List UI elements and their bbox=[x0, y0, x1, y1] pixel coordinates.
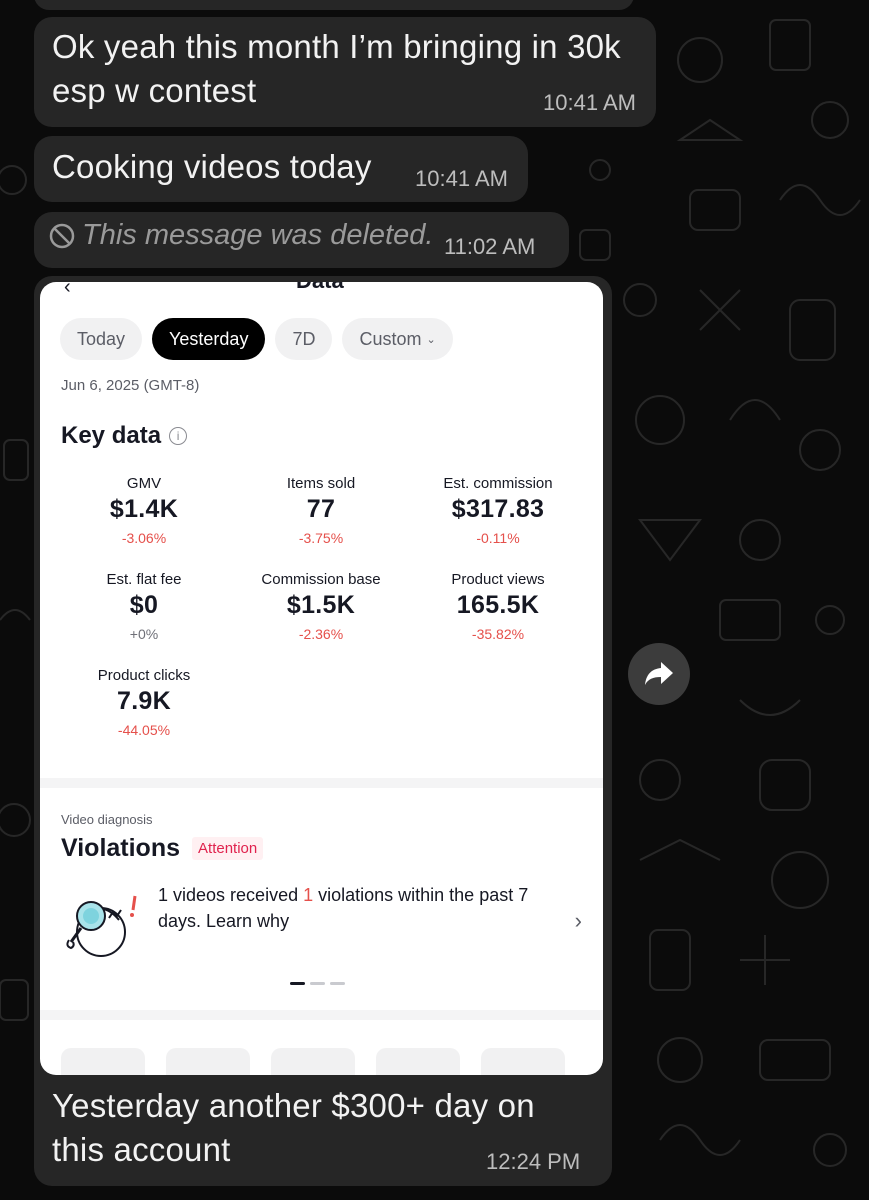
metric-label: Product clicks bbox=[97, 667, 191, 684]
message-bubble[interactable]: Ok yeah this month I’m bringing in 30k e… bbox=[34, 17, 656, 127]
metric-change: -3.75% bbox=[298, 530, 344, 546]
metric-value: 77 bbox=[306, 495, 336, 523]
metric-value: $317.83 bbox=[451, 495, 545, 523]
chevron-right-icon[interactable]: › bbox=[575, 908, 582, 934]
pager-dot bbox=[330, 982, 345, 985]
pager-dot-active bbox=[290, 982, 305, 985]
metric-change: -2.36% bbox=[298, 626, 344, 642]
screen-title: Data bbox=[296, 282, 344, 294]
attention-badge: Attention bbox=[192, 837, 264, 860]
metric-label: Est. flat fee bbox=[106, 571, 182, 588]
metric-value: $1.5K bbox=[286, 591, 356, 619]
metric-commission-base[interactable]: Commission base $1.5K -2.36% bbox=[236, 571, 406, 642]
metric-label: Items sold bbox=[286, 475, 356, 492]
magnifier-person-icon bbox=[66, 895, 137, 957]
message-timestamp: 10:41 AM bbox=[543, 90, 636, 115]
metric-value: 165.5K bbox=[456, 591, 540, 619]
message-timestamp: 10:41 AM bbox=[415, 166, 508, 191]
metric-value: $1.4K bbox=[109, 495, 179, 523]
previous-message-bubble bbox=[34, 0, 634, 10]
metric-product-clicks[interactable]: Product clicks 7.9K -44.05% bbox=[59, 667, 229, 738]
video-count: 1 bbox=[158, 885, 169, 905]
shortcut-tile[interactable] bbox=[376, 1048, 460, 1075]
shortcut-tile[interactable] bbox=[166, 1048, 250, 1075]
shortcut-tile[interactable] bbox=[61, 1048, 145, 1075]
chevron-left-icon: ‹ bbox=[64, 282, 71, 298]
forward-button[interactable] bbox=[628, 643, 690, 705]
tab-yesterday[interactable]: Yesterday bbox=[152, 318, 266, 360]
metric-est-flat-fee[interactable]: Est. flat fee $0 +0% bbox=[59, 571, 229, 642]
pager-dot bbox=[310, 982, 325, 985]
metric-label: Product views bbox=[451, 571, 545, 588]
info-icon[interactable]: i bbox=[169, 427, 188, 445]
tab-custom[interactable]: Custom ⌄ bbox=[342, 318, 453, 360]
tab-7d[interactable]: 7D bbox=[275, 318, 333, 360]
metric-label: Est. commission bbox=[443, 475, 553, 492]
carousel-pager bbox=[290, 982, 345, 985]
date-range: Jun 6, 2025 (GMT-8) bbox=[61, 377, 200, 394]
tab-custom-label: Custom bbox=[359, 328, 422, 349]
metric-change: +0% bbox=[129, 626, 159, 642]
message-text: Ok yeah this month I’m bringing in 30k e… bbox=[52, 28, 621, 109]
key-data-title: Key data bbox=[61, 422, 162, 449]
violation-text-a: videos received bbox=[168, 885, 304, 905]
video-diagnosis-label: Video diagnosis bbox=[61, 812, 153, 827]
metric-change: -44.05% bbox=[117, 722, 171, 738]
metric-est-commission[interactable]: Est. commission $317.83 -0.11% bbox=[413, 475, 583, 546]
message-text: Cooking videos today bbox=[52, 148, 372, 185]
message-bubble[interactable]: Cooking videos today 10:41 AM bbox=[34, 136, 528, 202]
section-divider bbox=[40, 778, 603, 788]
metric-product-views[interactable]: Product views 165.5K -35.82% bbox=[413, 571, 583, 642]
section-divider bbox=[40, 1010, 603, 1020]
violation-count: 1 bbox=[303, 885, 314, 905]
prohibited-icon bbox=[49, 223, 75, 248]
chevron-down-icon: ⌄ bbox=[426, 333, 436, 346]
metric-change: -3.06% bbox=[121, 530, 167, 546]
shortcut-tile[interactable] bbox=[271, 1048, 355, 1075]
message-timestamp: 12:24 PM bbox=[486, 1149, 581, 1174]
metric-items-sold[interactable]: Items sold 77 -3.75% bbox=[236, 475, 406, 546]
key-data-heading: Key data i bbox=[61, 422, 188, 450]
date-filter-tabs: Today Yesterday 7D Custom ⌄ bbox=[60, 318, 453, 360]
metric-value: $0 bbox=[129, 591, 159, 619]
shortcut-tile[interactable] bbox=[481, 1048, 565, 1075]
violation-summary-row[interactable]: 1 videos received 1 violations within th… bbox=[61, 882, 586, 962]
metric-label: Commission base bbox=[261, 571, 381, 588]
message-text: Yesterday another $300+ day on this acco… bbox=[52, 1087, 535, 1168]
metric-label: GMV bbox=[126, 475, 162, 492]
tab-today[interactable]: Today bbox=[60, 318, 143, 360]
metric-change: -0.11% bbox=[476, 530, 520, 546]
metric-value: 7.9K bbox=[116, 687, 171, 715]
shortcut-tiles bbox=[61, 1048, 565, 1075]
forward-arrow-icon bbox=[645, 662, 673, 685]
attached-screenshot[interactable]: ‹ Data Today Yesterday 7D Custom ⌄ Jun 6… bbox=[40, 282, 603, 1075]
message-timestamp: 11:02 AM bbox=[444, 234, 536, 259]
deleted-message-text: This message was deleted. bbox=[82, 219, 434, 251]
deleted-message-bubble[interactable]: This message was deleted. 11:02 AM bbox=[34, 212, 569, 268]
violation-description: 1 videos received 1 violations within th… bbox=[158, 882, 538, 934]
metric-change: -35.82% bbox=[471, 626, 525, 642]
metric-gmv[interactable]: GMV $1.4K -3.06% bbox=[59, 475, 229, 546]
violations-heading: Violations Attention bbox=[61, 834, 264, 863]
violations-title: Violations bbox=[61, 834, 181, 862]
